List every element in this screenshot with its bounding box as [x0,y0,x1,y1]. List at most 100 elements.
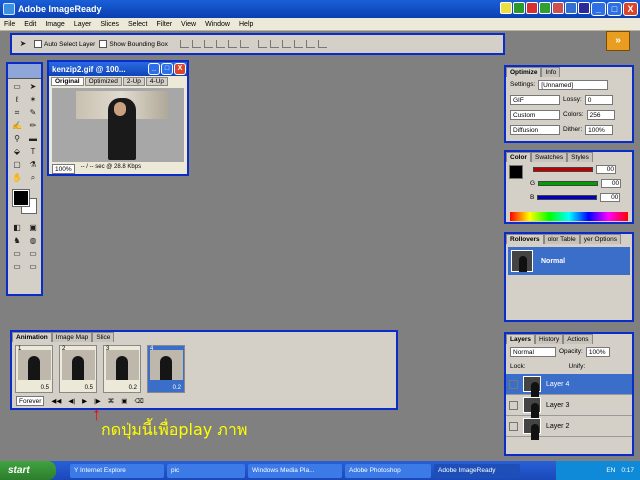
animation-frame[interactable]: 3 0.2 [103,345,141,393]
frame-delay[interactable]: 0.5 [41,385,49,391]
menu-layer[interactable]: Layer [74,21,92,28]
start-button[interactable]: start [0,461,56,480]
opacity-input[interactable]: 100% [585,346,610,357]
blue-value[interactable]: 00 [600,193,621,202]
browser-preview-icon[interactable]: ◍ [26,235,40,247]
tab-color[interactable]: Color [506,152,531,162]
menu-view[interactable]: View [181,21,196,28]
frame-delay[interactable]: 0.5 [85,385,93,391]
eye-icon[interactable] [509,379,518,389]
green-slider[interactable] [538,181,599,186]
distribute-icon[interactable] [257,40,267,48]
toolbar-icon[interactable] [565,2,577,14]
eye-icon[interactable] [509,421,518,431]
color-spectrum[interactable] [510,212,628,221]
distribute-icon[interactable] [305,40,315,48]
menu-image[interactable]: Image [45,21,64,28]
zoom-dropdown[interactable]: 100% [52,164,75,174]
menu-slices[interactable]: Slices [100,21,119,28]
menu-edit[interactable]: Edit [24,21,36,28]
foreground-color-swatch[interactable] [12,189,30,207]
tab-slice[interactable]: Slice [92,332,115,342]
menu-window[interactable]: Window [205,21,230,28]
align-icon[interactable] [215,40,225,48]
previous-frame-icon[interactable]: ◀| [68,397,75,405]
task-imageready[interactable]: Adobe ImageReady [434,463,520,478]
doc-minimize-button[interactable]: _ [148,63,160,75]
color-swatches[interactable] [10,189,39,217]
auto-select-layer-option[interactable]: Auto Select Layer [34,40,95,48]
align-icon[interactable] [179,40,189,48]
auto-select-checkbox[interactable] [34,40,42,48]
first-frame-icon[interactable]: ◀◀ [51,397,61,405]
format-dropdown[interactable]: GIF [510,94,560,105]
download-time-status[interactable]: -- / -- sec @ 28.8 Kbps [81,164,141,174]
eyedropper-icon[interactable]: ⚗ [26,159,40,171]
tab-layers[interactable]: Layers [506,334,535,344]
language-indicator[interactable]: EN [606,467,615,474]
jump-icon[interactable] [500,2,512,14]
tab-swatches[interactable]: Swatches [530,152,568,162]
tab-actions[interactable]: Actions [563,334,593,344]
maximize-button[interactable]: □ [607,2,622,16]
clock[interactable]: 0:17 [621,467,634,474]
tween-icon[interactable]: ⌘ [108,397,115,405]
toolbar-icon[interactable] [513,2,525,14]
tab-rollovers[interactable]: Rollovers [506,234,544,244]
tab-color-table[interactable]: olor Table [543,234,580,244]
preview-icon[interactable]: ♞ [10,235,24,247]
bounding-box-checkbox[interactable] [99,40,108,48]
green-value[interactable]: 00 [601,179,622,188]
task-internet-explorer[interactable]: Y Internet Explore [70,463,164,478]
blend-mode-dropdown[interactable]: Normal [510,346,556,357]
toolbar-icon[interactable] [526,2,538,14]
screen-mode-icon[interactable]: ▭ [26,261,40,273]
doc-close-button[interactable]: X [174,63,186,75]
move-tool-icon[interactable]: ➤ [26,81,40,93]
distribute-icon[interactable] [269,40,279,48]
align-icon[interactable] [203,40,213,48]
tab-history[interactable]: History [534,334,564,344]
frame-delay[interactable]: 0.2 [129,385,137,391]
close-button[interactable]: X [623,2,638,16]
magic-wand-icon[interactable]: ✶ [26,94,40,106]
palette-dropdown[interactable]: Custom [510,109,560,120]
toolbar-icon[interactable] [539,2,551,14]
lasso-tool-icon[interactable]: ℓ [10,94,24,106]
task-photoshop[interactable]: Adobe Photoshop [345,463,431,478]
image-canvas[interactable] [52,88,184,162]
screen-mode-icon[interactable]: ▭ [10,261,24,273]
document-title-bar[interactable]: kenzip2.gif @ 100... _ □ X [49,62,187,76]
slice-tool-icon[interactable]: ✎ [26,107,40,119]
toolbar-icon[interactable] [578,2,590,14]
layer-row[interactable]: Layer 2 [506,416,632,440]
move-tool-icon[interactable]: ➤ [16,38,30,50]
frame-delay[interactable]: 0.2 [173,385,181,391]
task-windows-media-player[interactable]: Windows Media Pla... [248,463,342,478]
distribute-icon[interactable] [317,40,327,48]
menu-filter[interactable]: Filter [156,21,172,28]
image-map-icon[interactable]: ◧ [10,222,24,234]
hand-tool-icon[interactable]: ✋ [10,172,24,184]
colors-input[interactable]: 256 [586,109,615,120]
eye-icon[interactable] [509,400,518,410]
type-tool-icon[interactable]: T [26,146,40,158]
align-icon[interactable] [191,40,201,48]
jump-to-photoshop-icon[interactable]: » [606,31,630,51]
task-pic[interactable]: pic [167,463,245,478]
crop-tool-icon[interactable]: ⌗ [10,107,24,119]
tab-animation[interactable]: Animation [12,332,52,342]
layer-row[interactable]: Layer 4 [506,374,632,398]
settings-dropdown[interactable]: [Unnamed] [538,79,609,90]
distribute-icon[interactable] [293,40,303,48]
animation-frame[interactable]: 4 0.2 [147,345,185,393]
show-bounding-box-option[interactable]: Show Bounding Box [99,40,168,48]
delete-frame-icon[interactable]: ⌫ [134,397,143,405]
menu-file[interactable]: File [4,21,15,28]
align-icon[interactable] [239,40,249,48]
screen-mode-icon[interactable]: ▭ [10,248,24,260]
tab-2-up[interactable]: 2-Up [122,77,145,86]
loop-dropdown[interactable]: Forever [16,396,45,406]
slice-visibility-icon[interactable]: ▣ [26,222,40,234]
tab-original[interactable]: Original [51,77,84,86]
